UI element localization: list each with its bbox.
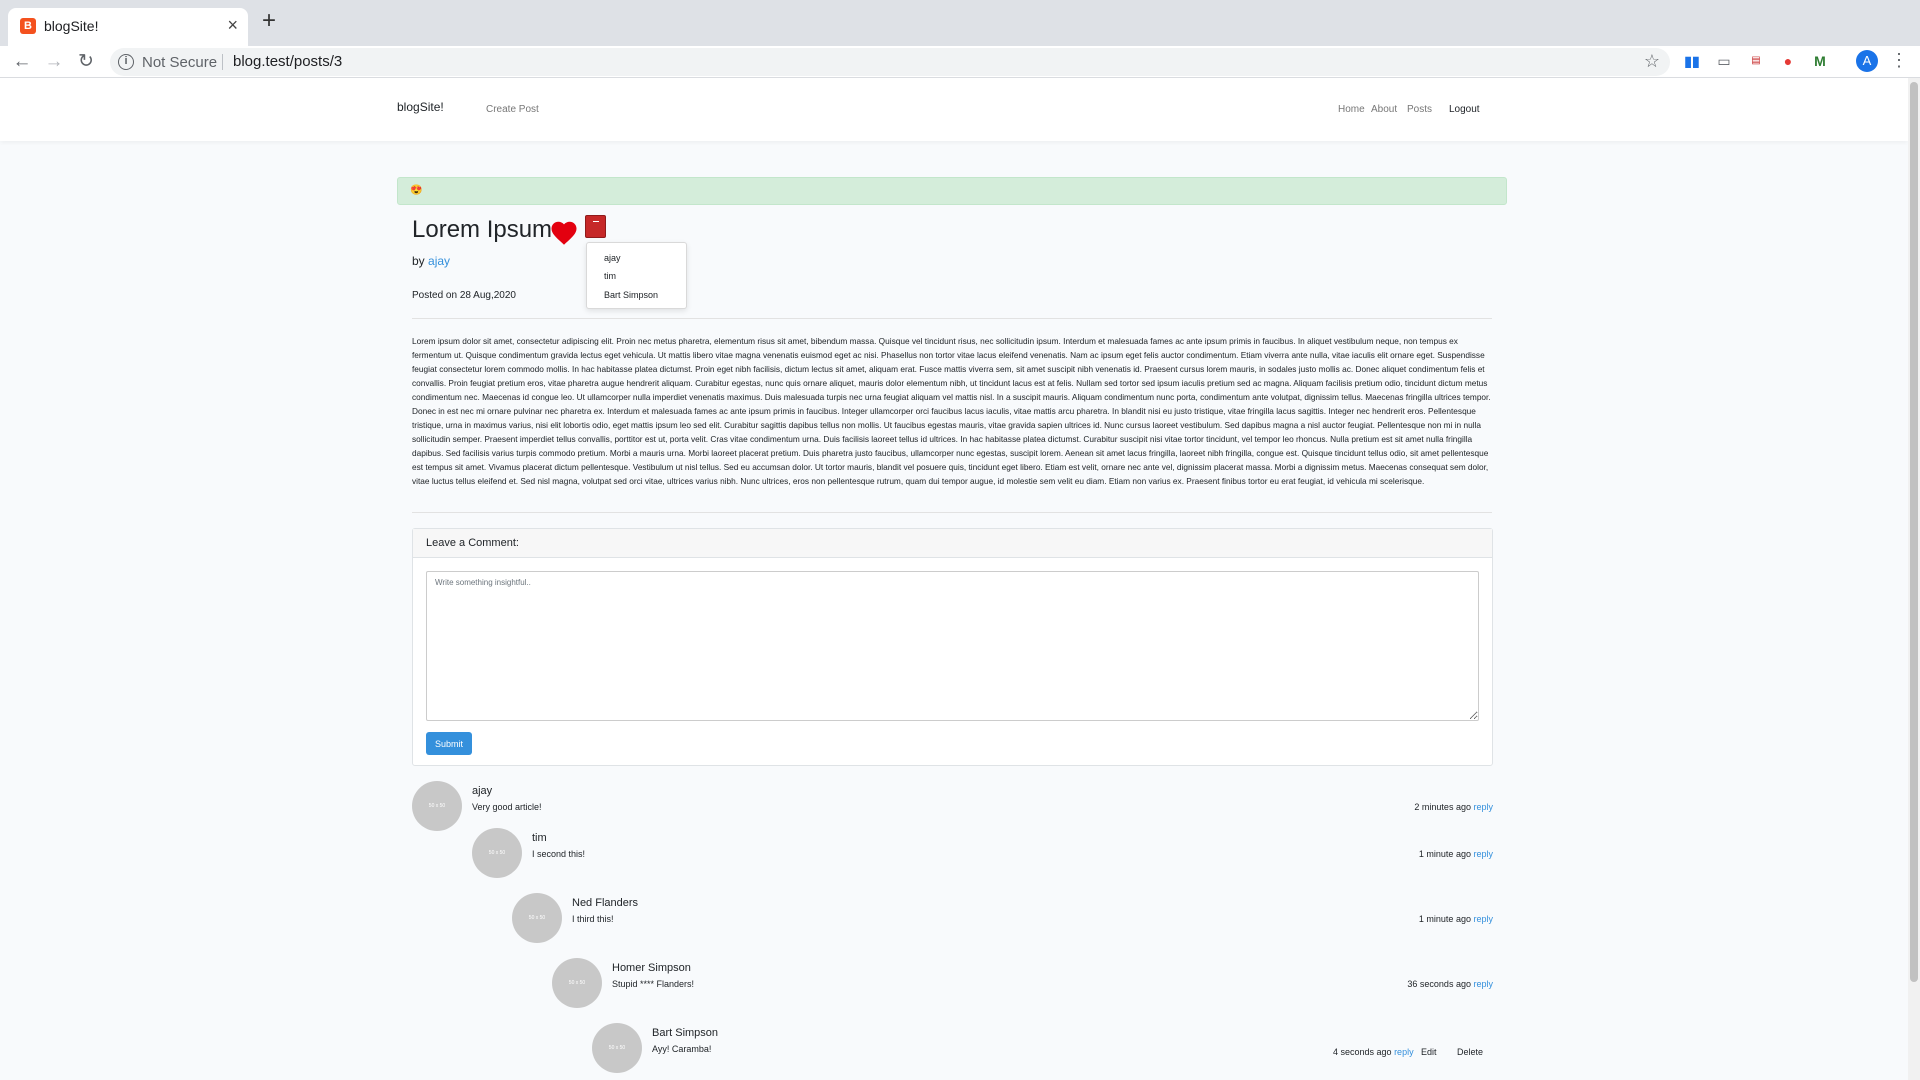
star-icon[interactable]: ☆ — [1644, 51, 1660, 72]
comment-form-card: Leave a Comment: Submit — [412, 528, 1493, 766]
scroll-thumb[interactable] — [1910, 82, 1918, 982]
browser-toolbar: ← → ↻ i Not Secure blog.test/posts/3 ☆ ▮… — [0, 46, 1920, 78]
page-scrollbar[interactable] — [1908, 78, 1920, 1080]
avatar: 50 x 50 — [592, 1023, 642, 1073]
comment-form-title: Leave a Comment: — [426, 537, 519, 549]
dropdown-item[interactable]: tim — [604, 271, 616, 281]
extension-cast-icon[interactable]: ▭ — [1715, 52, 1733, 70]
likes-dropdown-menu: ajay tim Bart Simpson — [586, 242, 687, 309]
likes-dropdown-toggle[interactable] — [585, 215, 606, 238]
reply-link[interactable]: reply — [1473, 802, 1493, 812]
favicon-icon: B — [20, 18, 36, 34]
comment-text: Ayy! Caramba! — [652, 1044, 712, 1054]
comment-time: 2 minutes ago — [1414, 802, 1471, 812]
address-bar[interactable]: i Not Secure blog.test/posts/3 ☆ — [110, 48, 1670, 76]
alert-emoji: 😍 — [410, 185, 423, 196]
reply-link[interactable]: reply — [1473, 914, 1493, 924]
nav-logout[interactable]: Logout — [1449, 104, 1480, 115]
comment-text: I third this! — [572, 914, 614, 924]
close-tab-icon[interactable]: × — [227, 15, 238, 36]
reply-link[interactable]: reply — [1473, 979, 1493, 989]
menu-dots-icon[interactable]: ⋮ — [1890, 50, 1908, 71]
extension-bars-icon[interactable]: ▮▮ — [1683, 52, 1701, 70]
avatar: 50 x 50 — [552, 958, 602, 1008]
nav-home[interactable]: Home — [1338, 104, 1365, 115]
browser-tabbar: B blogSite! × + — [0, 0, 1920, 46]
reload-icon[interactable]: ↻ — [74, 50, 98, 74]
reply-link[interactable]: reply — [1473, 849, 1493, 859]
comment-time: 36 seconds ago — [1407, 979, 1471, 989]
comment-text: I second this! — [532, 849, 586, 859]
comment-textarea[interactable] — [426, 571, 1479, 721]
page-viewport: blogSite! Create Post Home About Posts L… — [0, 78, 1908, 1080]
comment-meta: 4 seconds ago reply — [1333, 1047, 1414, 1057]
edit-button[interactable]: Edit — [1421, 1047, 1437, 1057]
dropdown-item[interactable]: ajay — [604, 253, 621, 263]
comment-meta: 1 minute ago reply — [1362, 849, 1493, 859]
tab-title: blogSite! — [44, 18, 99, 34]
flash-alert: 😍 — [397, 177, 1507, 205]
comment-text: Stupid **** Flanders! — [612, 979, 695, 989]
browser-tab[interactable]: B blogSite! × — [8, 8, 248, 46]
nav-about[interactable]: About — [1371, 104, 1397, 115]
by-label: by — [412, 254, 425, 268]
new-tab-icon[interactable]: + — [262, 9, 276, 33]
avatar: 50 x 50 — [412, 781, 462, 831]
comment-author: ajay — [472, 785, 493, 797]
site-brand[interactable]: blogSite! — [397, 100, 444, 114]
comment-author: Homer Simpson — [612, 962, 691, 974]
post-title: Lorem Ipsum — [412, 216, 553, 243]
extension-mail-icon[interactable]: M — [1811, 52, 1829, 70]
nav-create-post[interactable]: Create Post — [486, 104, 539, 115]
avatar: 50 x 50 — [512, 893, 562, 943]
delete-button[interactable]: Delete — [1457, 1047, 1483, 1057]
comment-time: 1 minute ago — [1418, 914, 1471, 924]
comment-meta: 36 seconds ago reply — [1342, 979, 1493, 989]
url-divider — [222, 54, 223, 70]
site-navbar: blogSite! Create Post Home About Posts L… — [0, 78, 1908, 141]
extension-opera-icon[interactable]: ● — [1779, 52, 1797, 70]
reply-link[interactable]: reply — [1394, 1047, 1414, 1057]
post-body: Lorem ipsum dolor sit amet, consectetur … — [412, 336, 1491, 486]
comment-time: 1 minute ago — [1418, 849, 1471, 859]
profile-avatar[interactable]: A — [1856, 50, 1878, 72]
comment-author: Ned Flanders — [572, 897, 639, 909]
comment-text: Very good article! — [472, 802, 542, 812]
forward-icon[interactable]: → — [42, 50, 66, 74]
security-label: Not Secure — [142, 54, 218, 71]
post-byline: by ajay — [412, 254, 450, 268]
back-icon[interactable]: ← — [10, 50, 34, 74]
comment-form-header: Leave a Comment: — [413, 529, 1492, 558]
author-link[interactable]: ajay — [428, 254, 450, 268]
divider — [412, 318, 1492, 319]
posted-date: Posted on 28 Aug,2020 — [412, 290, 516, 301]
extension-card-icon[interactable]: ▤ — [1747, 52, 1765, 70]
comment-time: 4 seconds ago — [1333, 1047, 1392, 1057]
comment-author: tim — [532, 832, 547, 844]
comment-meta: 1 minute ago reply — [1362, 914, 1493, 924]
comment-author: Bart Simpson — [652, 1027, 719, 1039]
info-icon[interactable]: i — [118, 54, 134, 70]
nav-posts[interactable]: Posts — [1407, 104, 1432, 115]
submit-button[interactable]: Submit — [426, 732, 472, 755]
heart-icon[interactable] — [549, 218, 579, 248]
comment-meta: 2 minutes ago reply — [1362, 802, 1493, 812]
divider — [412, 512, 1492, 513]
dropdown-item[interactable]: Bart Simpson — [604, 290, 658, 300]
url-text[interactable]: blog.test/posts/3 — [233, 53, 342, 70]
avatar: 50 x 50 — [472, 828, 522, 878]
